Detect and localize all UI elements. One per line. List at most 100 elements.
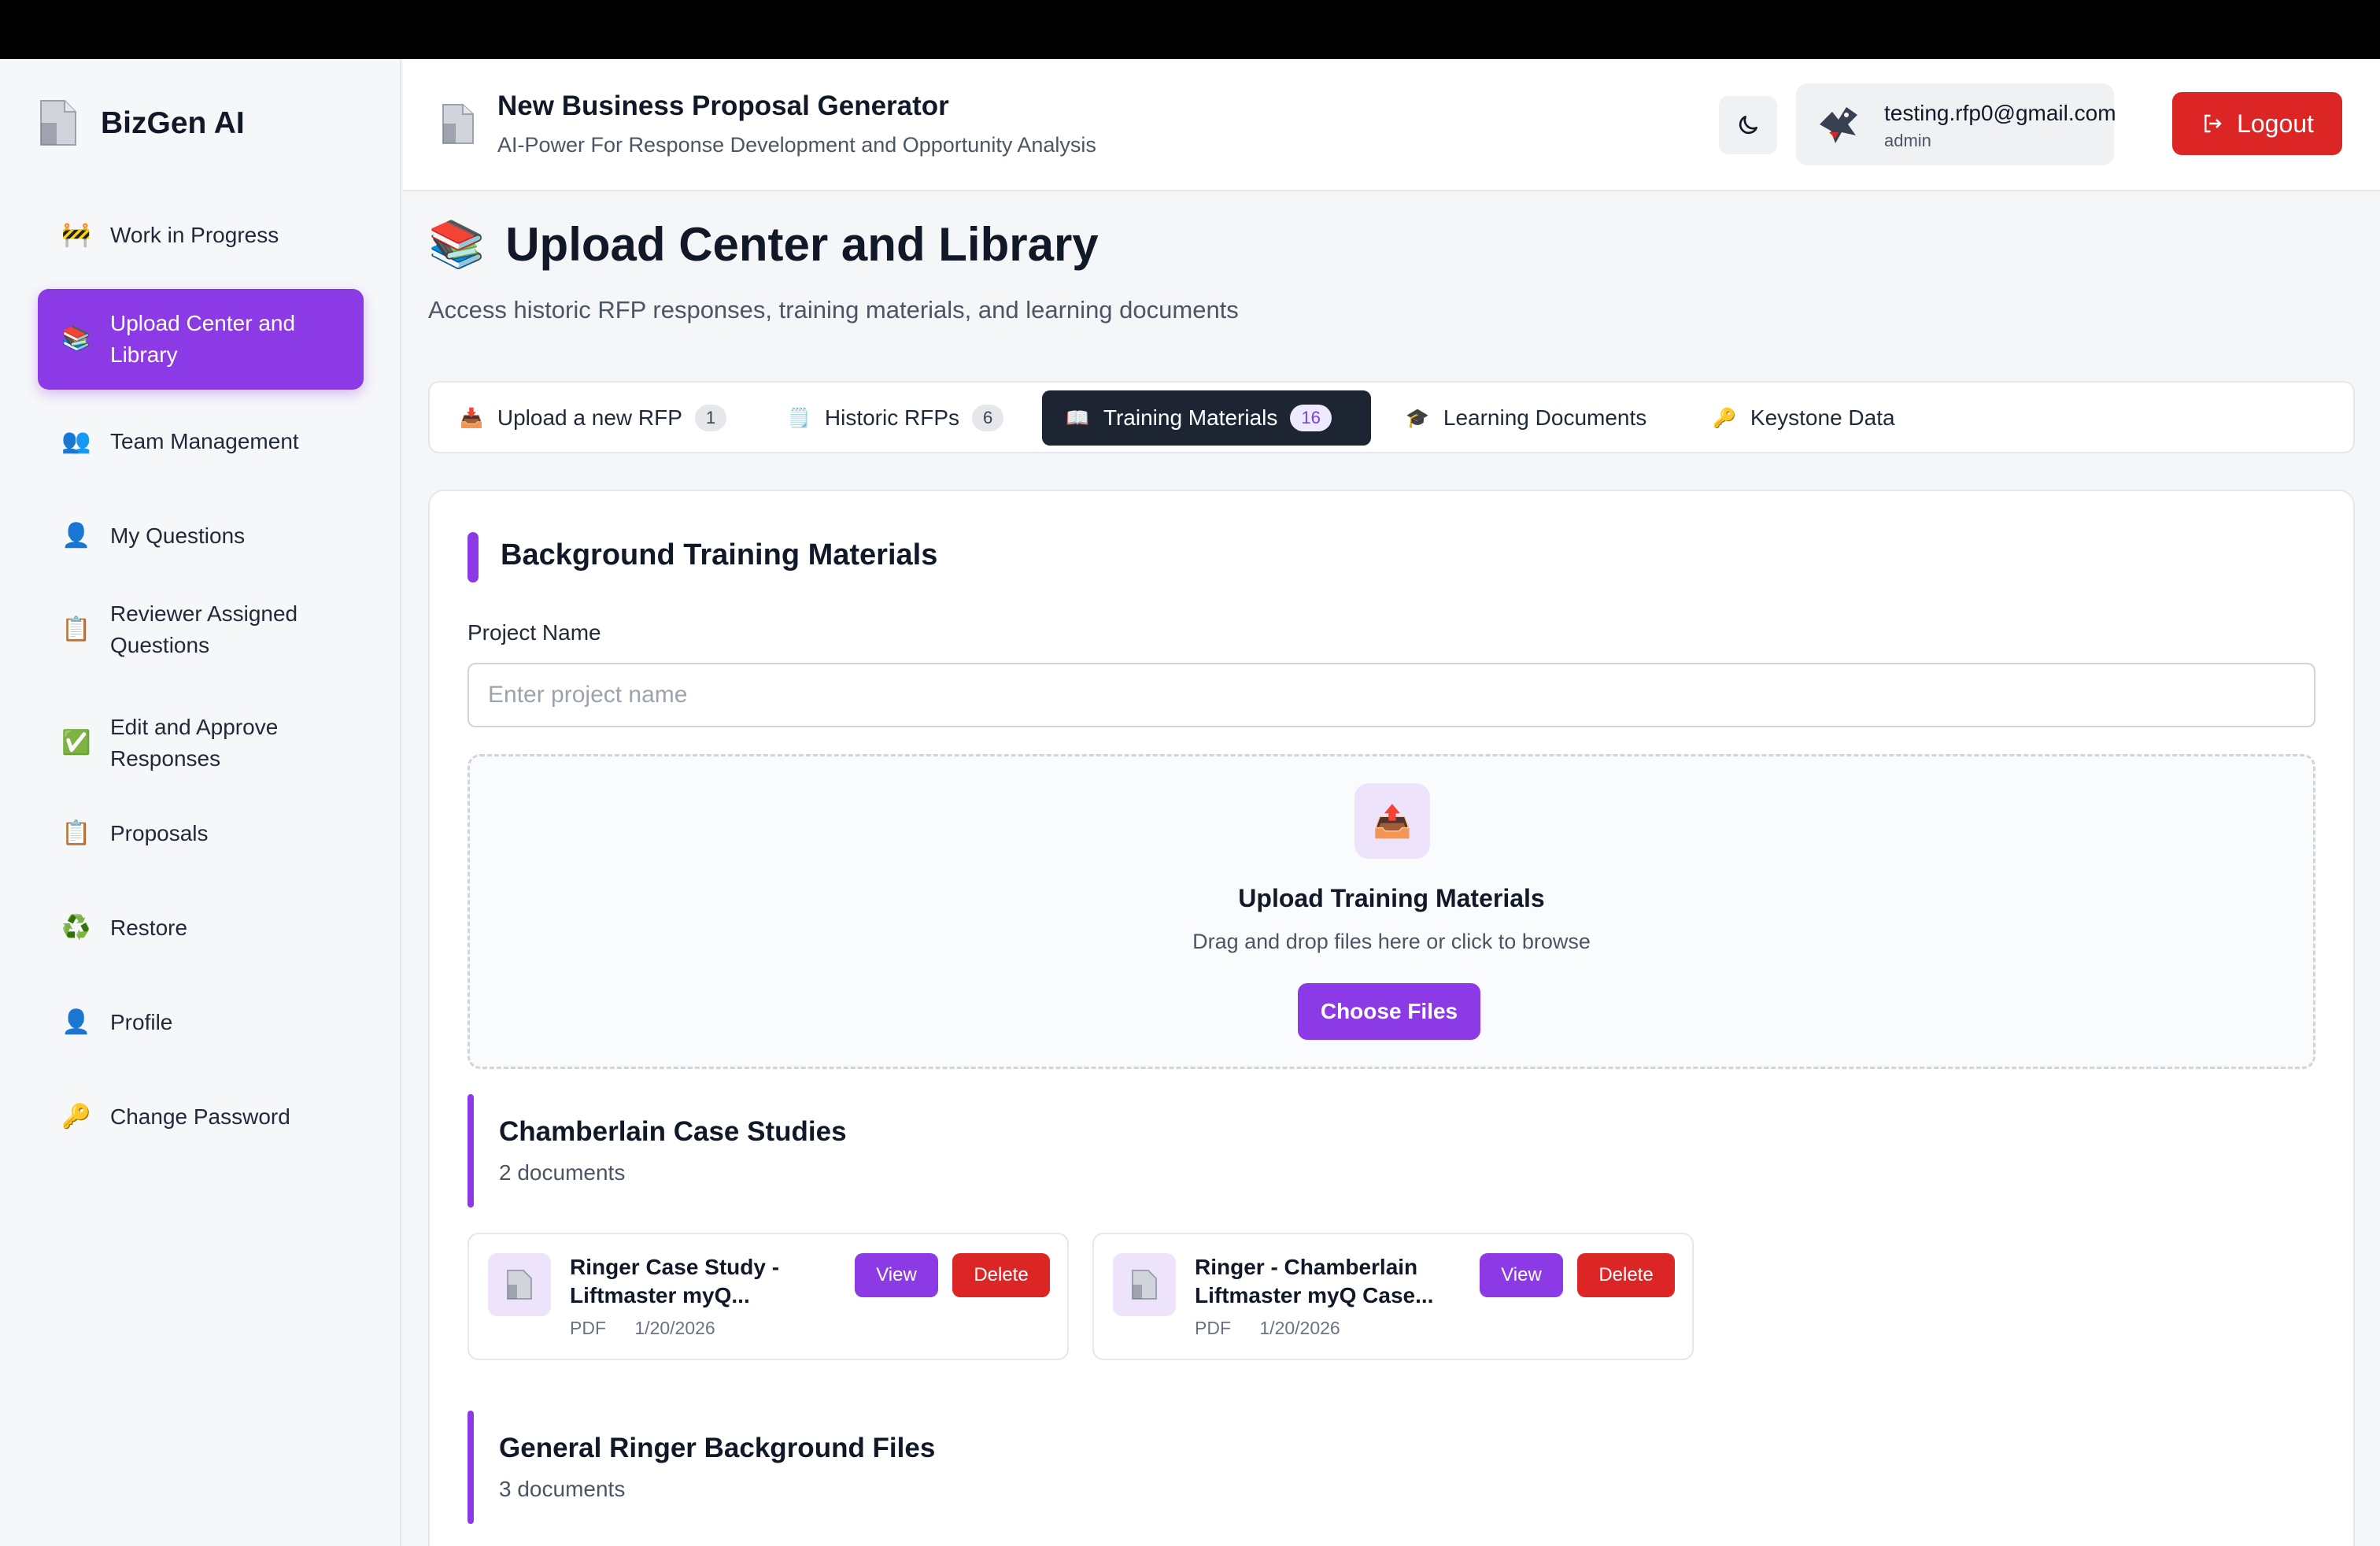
group-accent-bar <box>468 1411 474 1524</box>
key-icon: 🔑 <box>61 1104 91 1130</box>
sidebar-item-label: Upload Center and Library <box>110 311 296 367</box>
view-button[interactable]: View <box>1480 1253 1563 1297</box>
project-name-label: Project Name <box>468 620 601 645</box>
team-icon: 👥 <box>61 428 91 454</box>
tab-training-materials[interactable]: 📖 Training Materials 16 <box>1042 390 1371 446</box>
sidebar-item-label: Change Password <box>110 1104 290 1129</box>
tab-label: Historic RFPs <box>824 405 960 430</box>
sidebar-item-label: Edit and Approve Responses <box>110 715 279 771</box>
clipboard-icon: 📋 <box>61 820 91 846</box>
view-button[interactable]: View <box>855 1253 938 1297</box>
open-book-icon: 📖 <box>1066 407 1089 429</box>
user-role: admin <box>1884 131 1931 150</box>
tab-label: Keystone Data <box>1750 405 1895 430</box>
document-icon <box>488 1253 551 1316</box>
sidebar-item-upload-center[interactable]: 📚 Upload Center and Library <box>38 289 364 390</box>
group-count: 3 documents <box>499 1477 626 1501</box>
sidebar-item-label: Team Management <box>110 429 299 453</box>
sidebar-item-label: Work in Progress <box>110 223 279 247</box>
document-icon <box>1113 1253 1176 1316</box>
inbox-tray-icon: 📥 <box>460 407 483 429</box>
document-type: PDF <box>1195 1318 1231 1338</box>
user-email: testing.rfp0@gmail.com <box>1884 101 2116 125</box>
sidebar-item-label: Reviewer Assigned Questions <box>110 601 298 657</box>
logout-button[interactable]: Logout <box>2172 92 2342 155</box>
document-icon <box>38 99 79 148</box>
group-title: General Ringer Background Files <box>499 1433 936 1463</box>
document-card[interactable]: Ringer - Chamberlain Liftmaster myQ Case… <box>1092 1233 1694 1360</box>
sidebar-item-label: Proposals <box>110 821 209 845</box>
sidebar-item-restore[interactable]: ♻️ Restore <box>38 892 364 964</box>
logout-icon <box>2204 114 2222 133</box>
brand-name: BizGen AI <box>101 106 245 140</box>
project-name-input[interactable] <box>468 663 2315 727</box>
sidebar-item-reviewer-assigned[interactable]: 📋 Reviewer Assigned Questions <box>38 586 364 673</box>
training-materials-panel: Background Training Materials Project Na… <box>428 490 2355 1546</box>
document-date: 1/20/2026 <box>1259 1318 1340 1338</box>
sidebar-item-edit-approve[interactable]: ✅ Edit and Approve Responses <box>38 700 364 786</box>
tab-label: Training Materials <box>1103 405 1278 430</box>
tab-label: Learning Documents <box>1443 405 1647 430</box>
key-icon: 🔑 <box>1713 407 1736 429</box>
eagle-avatar-icon <box>1815 101 1862 148</box>
delete-button[interactable]: Delete <box>952 1253 1050 1297</box>
tab-count-badge: 16 <box>1290 405 1332 431</box>
document-card[interactable]: Ringer Case Study - Liftmaster myQ... PD… <box>468 1233 1069 1360</box>
document-group: General Ringer Background Files 3 docume… <box>468 1411 2315 1537</box>
group-accent-bar <box>468 1094 474 1208</box>
sidebar-item-my-questions[interactable]: 👤 My Questions <box>38 500 364 572</box>
app-subtitle: AI-Power For Response Development and Op… <box>497 133 1096 157</box>
sidebar-item-profile[interactable]: 👤 Profile <box>38 986 364 1059</box>
sidebar-item-label: Profile <box>110 1010 173 1034</box>
choose-files-button[interactable]: Choose Files <box>1298 983 1480 1040</box>
check-icon: ✅ <box>61 730 91 756</box>
document-meta: PDF 1/20/2026 <box>570 1318 739 1339</box>
sidebar: BizGen AI 🚧 Work in Progress 📚 Upload Ce… <box>0 59 401 1546</box>
group-count: 2 documents <box>499 1160 626 1185</box>
sidebar-item-work-in-progress[interactable]: 🚧 Work in Progress <box>38 202 364 268</box>
tab-label: Upload a new RFP <box>497 405 682 430</box>
upload-dropzone[interactable]: 📤 Upload Training Materials Drag and dro… <box>468 754 2315 1069</box>
moon-icon <box>1739 116 1757 135</box>
upload-title: Upload Training Materials <box>1238 884 1545 912</box>
ledger-icon: 🗒️ <box>787 407 811 429</box>
graduation-cap-icon: 🎓 <box>1406 407 1429 429</box>
tab-upload-new-rfp[interactable]: 📥 Upload a new RFP 1 <box>436 390 750 446</box>
theme-toggle-button[interactable] <box>1719 96 1777 154</box>
user-icon: 👤 <box>61 523 91 549</box>
document-type: PDF <box>570 1318 606 1338</box>
brand[interactable]: BizGen AI <box>38 98 245 149</box>
app-header: New Business Proposal Generator AI-Power… <box>403 59 2380 191</box>
app-title: New Business Proposal Generator <box>497 91 949 121</box>
tab-count-badge: 6 <box>972 405 1004 431</box>
logout-label: Logout <box>2237 109 2314 138</box>
document-name: Ringer Case Study - Liftmaster myQ... <box>570 1255 780 1307</box>
books-icon: 📚 <box>61 326 91 352</box>
tab-historic-rfps[interactable]: 🗒️ Historic RFPs 6 <box>763 390 1027 446</box>
upload-hint: Drag and drop files here or click to bro… <box>1192 930 1591 953</box>
system-top-bar <box>0 0 2380 59</box>
group-title: Chamberlain Case Studies <box>499 1116 847 1147</box>
page-heading: 📚 Upload Center and Library <box>428 217 1099 272</box>
user-icon: 👤 <box>61 1009 91 1035</box>
section-title: Background Training Materials <box>501 538 938 571</box>
recycle-icon: ♻️ <box>61 915 91 941</box>
delete-button[interactable]: Delete <box>1577 1253 1675 1297</box>
document-name: Ringer - Chamberlain Liftmaster myQ Case… <box>1195 1255 1434 1307</box>
library-tabs: 📥 Upload a new RFP 1 🗒️ Historic RFPs 6 … <box>428 381 2355 453</box>
sidebar-item-proposals[interactable]: 📋 Proposals <box>38 797 364 870</box>
construction-icon: 🚧 <box>61 222 91 248</box>
document-meta: PDF 1/20/2026 <box>1195 1318 1364 1339</box>
user-menu[interactable]: testing.rfp0@gmail.com admin <box>1796 83 2116 165</box>
page-subtitle: Access historic RFP responses, training … <box>428 296 1239 324</box>
sidebar-nav: 🚧 Work in Progress 📚 Upload Center and L… <box>38 202 364 1153</box>
tab-learning-documents[interactable]: 🎓 Learning Documents <box>1382 390 1670 446</box>
document-icon <box>441 103 475 146</box>
sidebar-item-label: Restore <box>110 915 188 940</box>
tab-keystone-data[interactable]: 🔑 Keystone Data <box>1689 390 1919 446</box>
sidebar-item-change-password[interactable]: 🔑 Change Password <box>38 1081 364 1153</box>
page-title: Upload Center and Library <box>505 218 1099 271</box>
sidebar-item-team-management[interactable]: 👥 Team Management <box>38 405 364 478</box>
sidebar-item-label: My Questions <box>110 523 246 548</box>
tab-count-badge: 1 <box>694 405 727 431</box>
